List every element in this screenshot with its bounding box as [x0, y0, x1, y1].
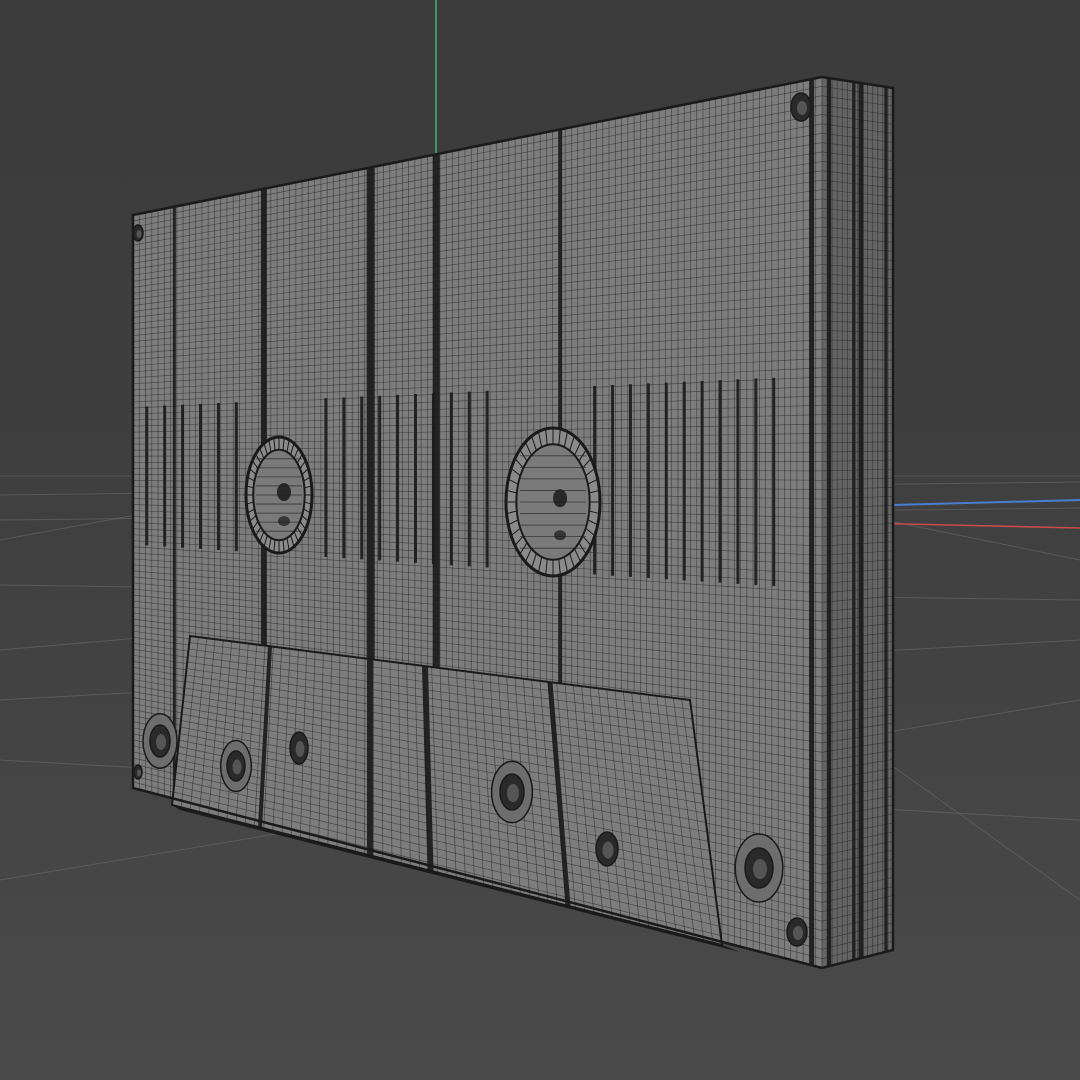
z-axis-line [892, 499, 1080, 506]
right-reel-hub[interactable] [504, 426, 602, 578]
cassette-model[interactable] [131, 75, 895, 970]
viewport-canvas[interactable] [0, 0, 1080, 1080]
left-reel-hub[interactable] [244, 435, 314, 555]
x-axis-line [861, 522, 1080, 529]
3d-viewport[interactable] [0, 0, 1080, 1080]
